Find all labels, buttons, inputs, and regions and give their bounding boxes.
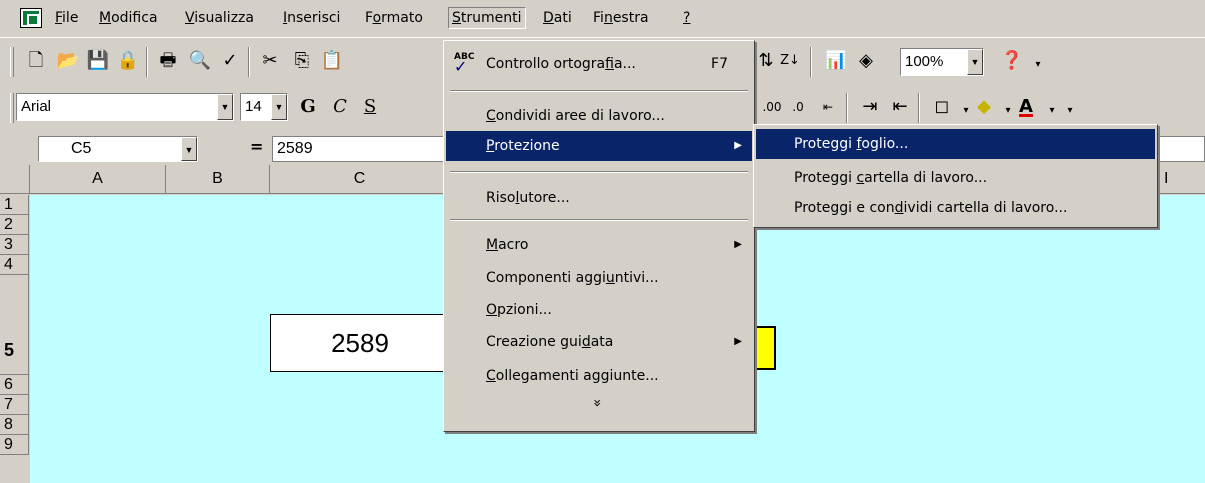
menu-inserisci[interactable]: Inserisci	[280, 8, 343, 28]
decrease-decimal-icon[interactable]: .0	[784, 93, 812, 121]
help-icon[interactable]: ❓	[998, 47, 1026, 75]
menu-file[interactable]: File	[52, 8, 81, 28]
chevron-down-icon[interactable]: ▼	[271, 94, 287, 120]
font-color-icon[interactable]: A	[1012, 93, 1040, 121]
select-all-corner[interactable]	[0, 165, 30, 193]
menu-modifica[interactable]: Modifica	[96, 8, 161, 28]
new-document-icon[interactable]: 🗋	[22, 47, 50, 75]
toolbar-grip[interactable]	[10, 47, 14, 77]
bold-button[interactable]: G	[294, 93, 322, 121]
menu-strumenti[interactable]: Strumenti	[448, 7, 526, 29]
protezione-submenu: Proteggi foglio... Proteggi cartella di …	[753, 124, 1158, 228]
submenu-arrow-icon: ▶	[734, 239, 742, 250]
submenu-item-proteggi-condividi[interactable]: Proteggi e condividi cartella di lavoro.…	[756, 193, 1155, 223]
row-header-6[interactable]: 6	[0, 375, 29, 395]
menu-finestra[interactable]: Finestra	[590, 8, 652, 28]
chevron-down-icon[interactable]: ▼	[967, 49, 983, 75]
menu-separator	[450, 219, 748, 221]
menu-item-opzioni[interactable]: Opzioni...	[446, 295, 752, 325]
paste-icon[interactable]: 📋	[318, 47, 346, 75]
submenu-arrow-icon: ▶	[734, 140, 742, 151]
shortcut-label: F7	[711, 56, 728, 72]
column-header-a[interactable]: A	[30, 165, 166, 193]
toolbar-options-icon[interactable]: ▾	[1024, 51, 1052, 79]
toolbar-options-icon[interactable]: ▾	[1056, 97, 1084, 125]
permission-icon[interactable]: 🔒	[114, 47, 142, 75]
column-header-c[interactable]: C	[270, 165, 450, 193]
save-icon[interactable]: 💾	[84, 47, 112, 75]
menu-bar: File Modifica Visualizza Inserisci Forma…	[0, 0, 1205, 38]
row-header-5[interactable]: 5	[0, 275, 29, 375]
toolbar-separator	[810, 47, 812, 77]
menu-item-componenti-aggiuntivi[interactable]: Componenti aggiuntivi...	[446, 263, 752, 293]
cell-c5[interactable]: 2589	[270, 314, 450, 372]
menu-help[interactable]: ?	[680, 8, 693, 28]
zoom-select[interactable]: 100% ▼	[900, 48, 984, 76]
menu-item-risolutore[interactable]: Risolutore...	[446, 183, 752, 213]
row-header-4[interactable]: 4	[0, 255, 29, 275]
toolbar-grip[interactable]	[10, 93, 14, 123]
print-icon[interactable]: 🖶	[154, 47, 182, 75]
chevron-down-icon[interactable]: ▼	[217, 94, 233, 120]
menu-item-controllo-ortografia[interactable]: ABC ✓ Controllo ortografia... F7	[446, 49, 752, 79]
menu-visualizza[interactable]: Visualizza	[182, 8, 257, 28]
submenu-item-proteggi-foglio[interactable]: Proteggi foglio...	[756, 129, 1155, 159]
open-folder-icon[interactable]: 📂	[54, 47, 82, 75]
drawing-icon[interactable]: ◈	[852, 47, 880, 75]
toolbar-separator	[918, 93, 920, 123]
cut-icon[interactable]: ✂	[256, 47, 284, 75]
increase-decimal-icon[interactable]: .00	[758, 93, 786, 121]
menu-item-protezione[interactable]: Protezione ▶	[446, 131, 752, 161]
toolbar-separator	[248, 47, 250, 77]
spelling-check-icon: ABC ✓	[454, 52, 475, 76]
formula-equals-sign: =	[250, 137, 264, 156]
font-name-select[interactable]: Arial ▼	[16, 93, 234, 121]
italic-button[interactable]: C	[326, 93, 354, 121]
menu-item-creazione-guidata[interactable]: Creazione guidata ▶	[446, 327, 752, 357]
print-preview-icon[interactable]: 🔍	[186, 47, 214, 75]
copy-icon[interactable]: ⎘	[288, 47, 316, 75]
spelling-icon[interactable]: ✓	[216, 47, 244, 75]
menu-dati[interactable]: Dati	[540, 8, 575, 28]
row-header-7[interactable]: 7	[0, 395, 29, 415]
yellow-cell[interactable]	[752, 326, 776, 370]
row-header-1[interactable]: 1	[0, 195, 29, 215]
menu-item-macro[interactable]: Macro ▶	[446, 230, 752, 260]
menu-formato[interactable]: Formato	[362, 8, 426, 28]
menu-separator	[450, 90, 748, 92]
menu-separator	[450, 171, 748, 173]
row-header-9[interactable]: 9	[0, 435, 29, 455]
row-header-2[interactable]: 2	[0, 215, 29, 235]
toolbar-separator	[146, 47, 148, 77]
menu-item-condividi-aree[interactable]: Condividi aree di lavoro...	[446, 101, 752, 131]
submenu-item-proteggi-cartella[interactable]: Proteggi cartella di lavoro...	[756, 163, 1155, 193]
toolbar-separator	[846, 93, 848, 123]
row-header-8[interactable]: 8	[0, 415, 29, 435]
row-header-3[interactable]: 3	[0, 235, 29, 255]
align-outdent-icon[interactable]: ⇤	[886, 93, 914, 121]
chevron-down-icon[interactable]: ▼	[181, 137, 197, 161]
font-size-select[interactable]: 14 ▼	[240, 93, 288, 121]
decrease-indent-icon[interactable]: ⇤	[814, 93, 842, 121]
chart-wizard-icon[interactable]: 📊	[822, 47, 850, 75]
sort-descending-icon[interactable]: Z↓	[776, 47, 804, 75]
excel-app-icon[interactable]	[20, 8, 42, 28]
submenu-arrow-icon: ▶	[734, 336, 742, 347]
menu-item-collegamenti-aggiunte[interactable]: Collegamenti aggiunte...	[446, 361, 752, 391]
align-indent-icon[interactable]: ⇥	[856, 93, 884, 121]
column-header-b[interactable]: B	[166, 165, 270, 193]
name-box[interactable]: C5 ▼	[38, 136, 198, 162]
expand-menu-chevron-icon[interactable]: »	[589, 393, 605, 413]
underline-button[interactable]: S	[356, 93, 384, 121]
strumenti-menu: ABC ✓ Controllo ortografia... F7 Condivid…	[443, 40, 755, 432]
